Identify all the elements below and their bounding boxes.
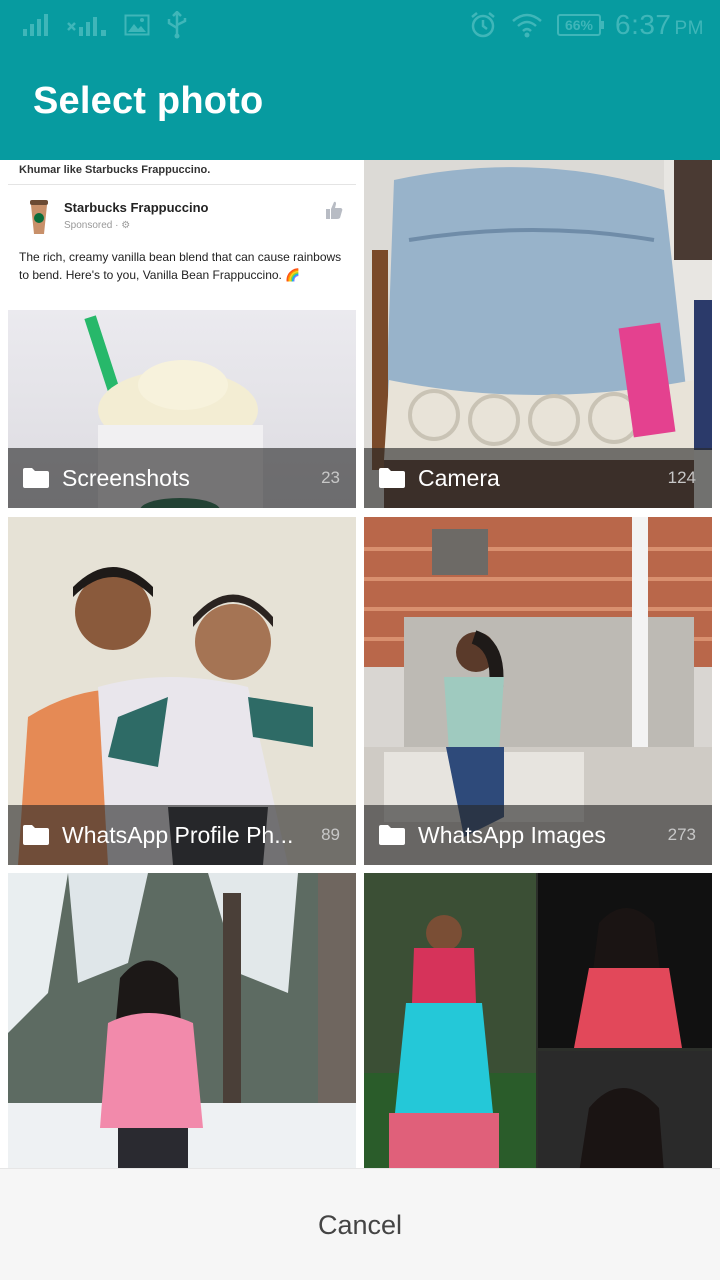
- album-snow-photo[interactable]: [8, 873, 356, 1168]
- album-name: Screenshots: [62, 464, 190, 491]
- album-name: Camera: [418, 464, 500, 491]
- album-caption: WhatsApp Profile Ph... 89: [8, 805, 356, 865]
- status-left-icons: [22, 10, 190, 40]
- select-photo-screen: 66% 6:37 PM Select photo Khumar like Star…: [0, 0, 720, 1280]
- album-count: 273: [667, 825, 696, 844]
- post-sponsored-label: Sponsored · ⚙: [64, 220, 131, 231]
- album-camera[interactable]: Camera 124: [364, 160, 712, 508]
- album-grid[interactable]: Khumar like Starbucks Frappuccino. Starb…: [0, 160, 720, 1168]
- alarm-icon: [469, 11, 497, 39]
- post-body-text: The rich, creamy vanilla bean blend that…: [19, 250, 342, 282]
- post-divider: [8, 184, 356, 185]
- cancel-button[interactable]: Cancel: [0, 1169, 720, 1280]
- post-page-name: Starbucks Frappuccino: [64, 200, 209, 215]
- wifi-icon: [511, 12, 543, 38]
- album-whatsapp-profile-photos[interactable]: WhatsApp Profile Ph... 89: [8, 517, 356, 865]
- battery-indicator: 66%: [557, 14, 604, 36]
- album-caption: WhatsApp Images 273: [364, 805, 712, 865]
- status-right-icons: 66% 6:37 PM: [469, 8, 704, 42]
- album-whatsapp-images[interactable]: WhatsApp Images 273: [364, 517, 712, 865]
- thumbs-up-icon: [324, 200, 344, 220]
- folder-icon: [22, 467, 52, 489]
- app-header: 66% 6:37 PM Select photo: [0, 0, 720, 160]
- album-caption: Screenshots 23: [8, 448, 356, 508]
- album-name: WhatsApp Images: [418, 821, 606, 848]
- post-activity-text: Khumar like Starbucks Frappuccino.: [19, 164, 211, 176]
- album-count: 124: [667, 468, 696, 487]
- folder-icon: [22, 824, 52, 846]
- album-thumbnail: [364, 873, 712, 1168]
- album-count: 89: [321, 825, 340, 844]
- signal-icon: [22, 13, 52, 37]
- clock-ampm: PM: [674, 18, 704, 39]
- clock-time: 6:37: [615, 9, 672, 40]
- status-bar: 66% 6:37 PM: [0, 0, 720, 50]
- album-caption: Camera 124: [364, 448, 712, 508]
- status-clock: 6:37 PM: [615, 9, 704, 41]
- folder-icon: [378, 824, 408, 846]
- usb-icon: [164, 11, 190, 39]
- album-name: WhatsApp Profile Ph...: [62, 821, 294, 848]
- folder-icon: [378, 467, 408, 489]
- album-screenshots[interactable]: Khumar like Starbucks Frappuccino. Starb…: [8, 160, 356, 508]
- starbucks-cup-icon: [26, 196, 52, 236]
- page-title: Select photo: [33, 80, 264, 122]
- album-collage-photo[interactable]: [364, 873, 712, 1168]
- image-notification-icon: [124, 13, 150, 37]
- facebook-post-preview: Khumar like Starbucks Frappuccino. Starb…: [8, 160, 356, 310]
- album-count: 23: [321, 468, 340, 487]
- album-thumbnail: [8, 873, 356, 1168]
- no-signal-sim2-icon: [66, 13, 110, 37]
- bottom-action-bar: Cancel: [0, 1168, 720, 1280]
